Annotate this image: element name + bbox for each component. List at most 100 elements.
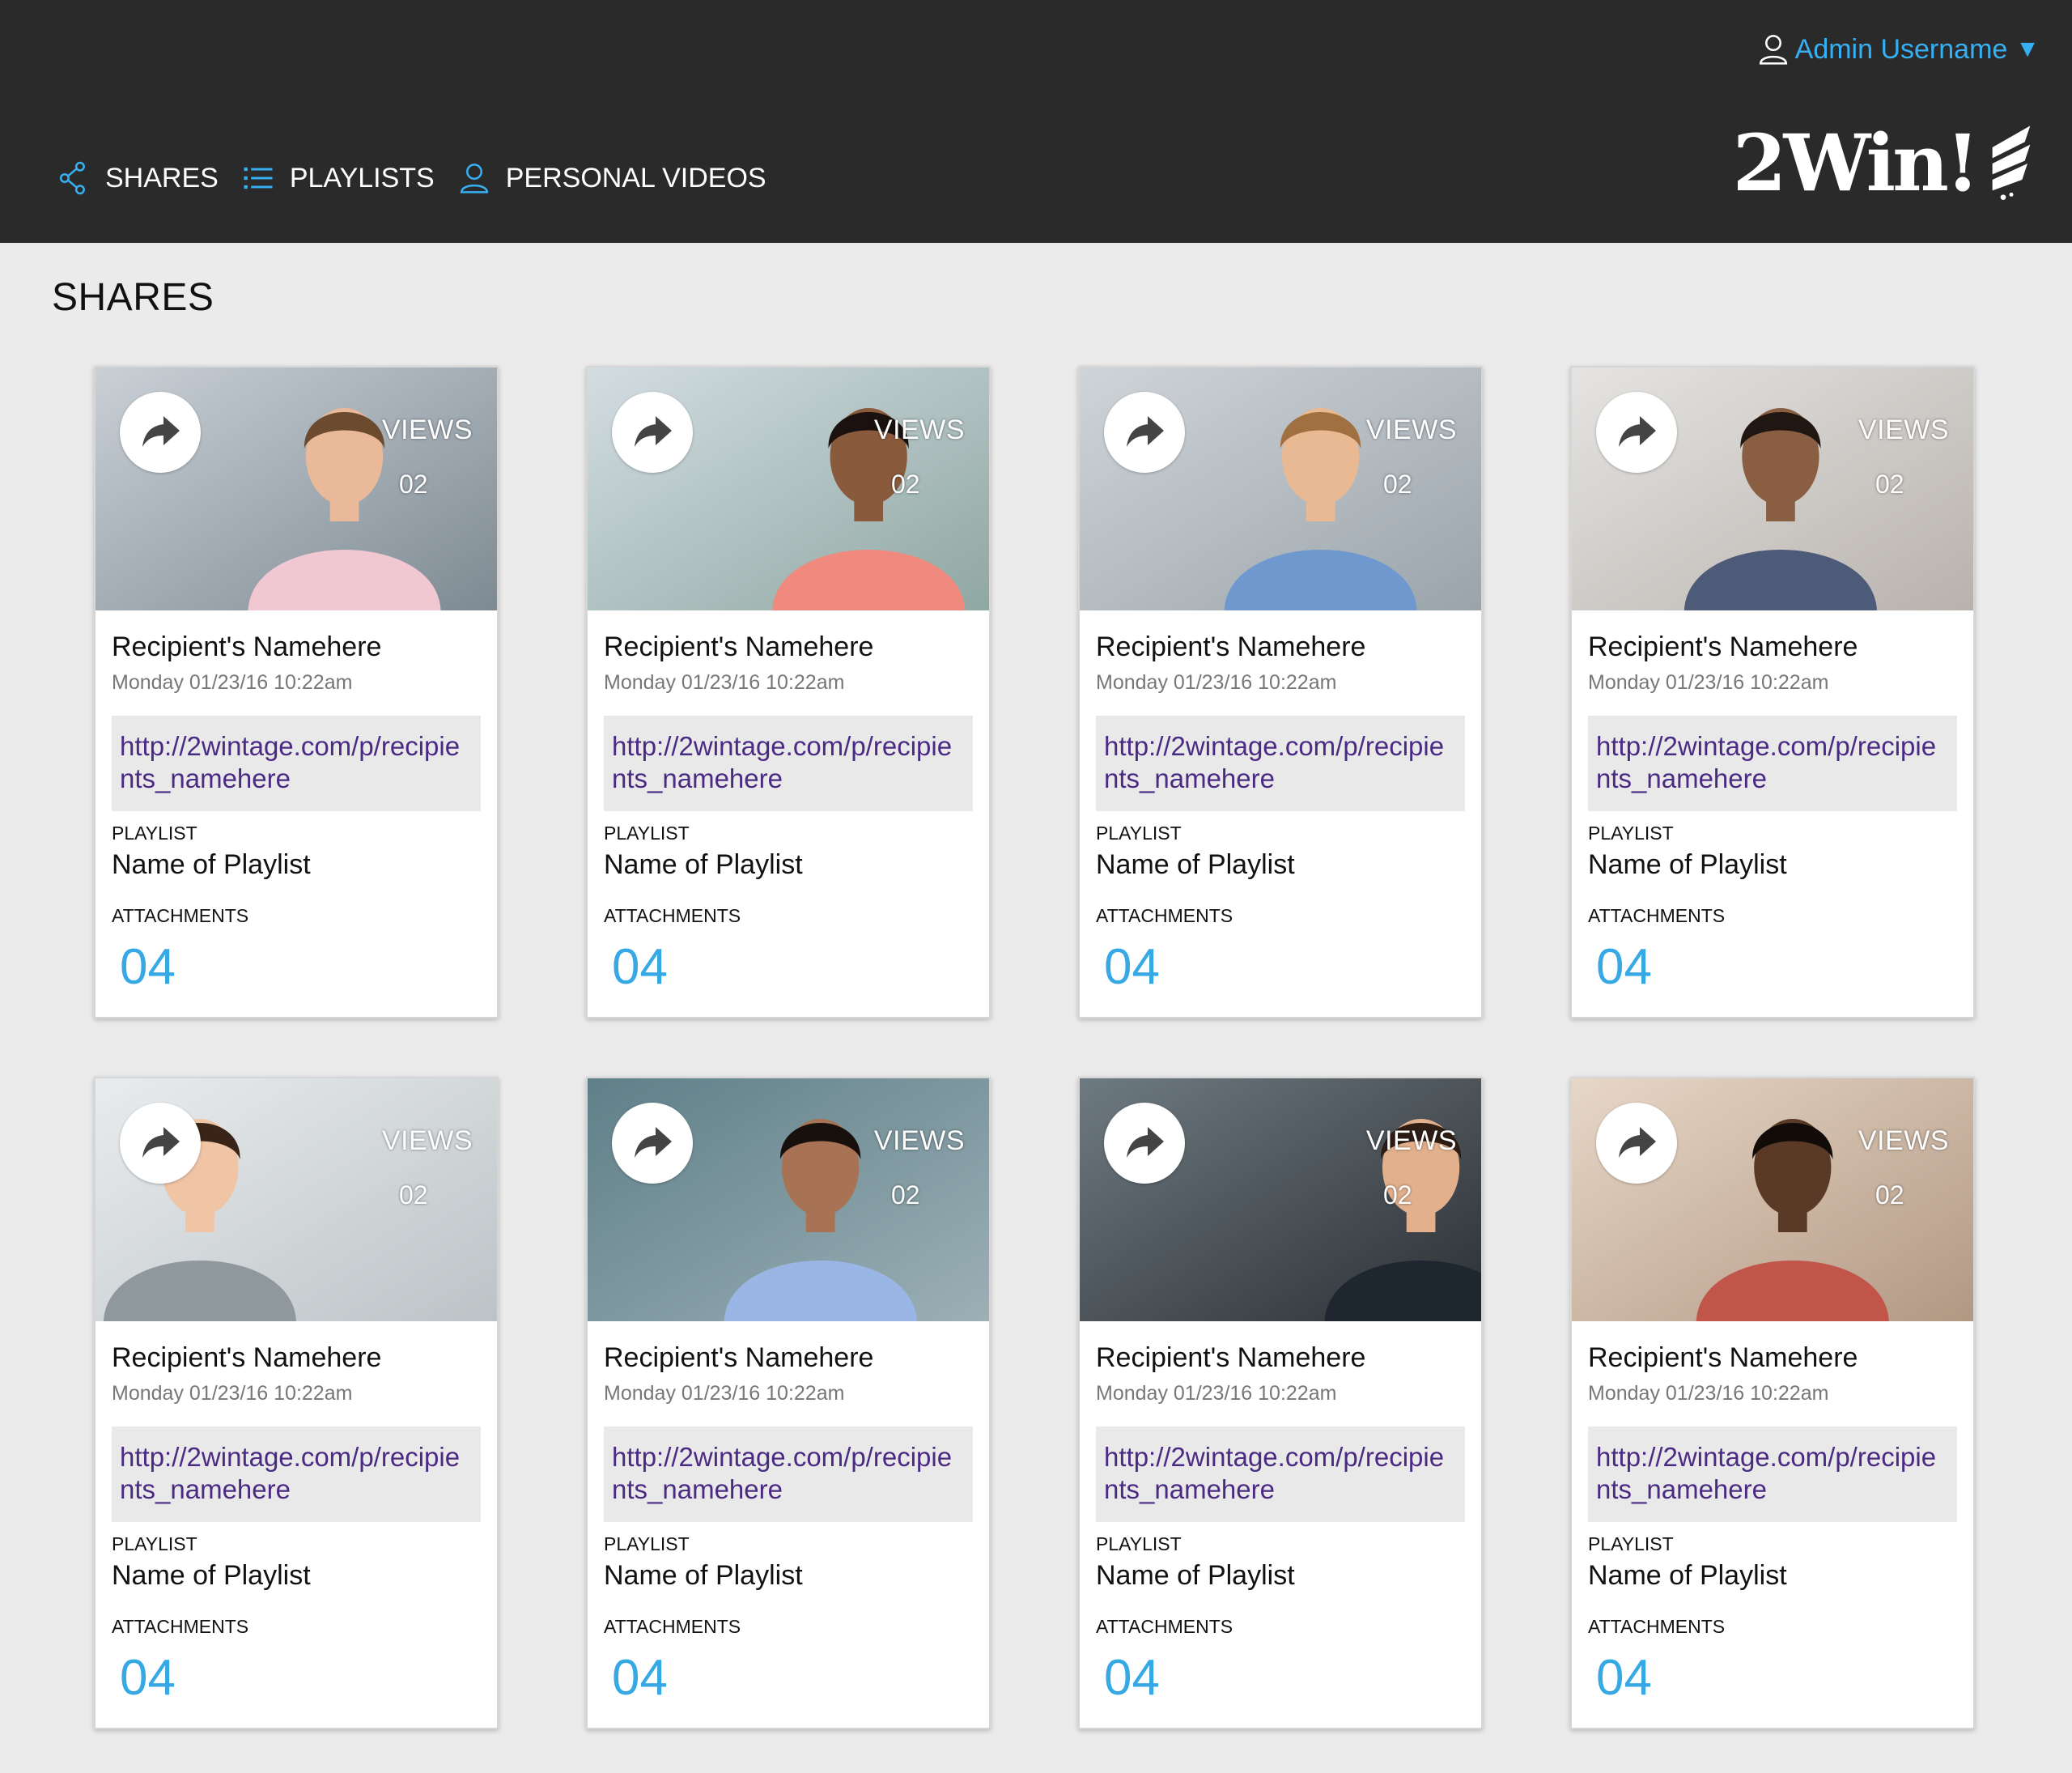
- attachments-count: 04: [1104, 1650, 1160, 1706]
- attachments-label: ATTACHMENTS: [1096, 905, 1233, 926]
- card-body: Recipient's Namehere Monday 01/23/16 10:…: [1572, 631, 1973, 996]
- playlist-label: PLAYLIST: [1588, 1533, 1674, 1554]
- share-button[interactable]: [120, 392, 201, 473]
- video-thumbnail[interactable]: VIEWS 02: [588, 1078, 989, 1321]
- share-link[interactable]: http://2wintage.com/p/recipients_nameher…: [604, 716, 973, 811]
- share-icon: [59, 161, 85, 195]
- share-link[interactable]: http://2wintage.com/p/recipients_nameher…: [1588, 1426, 1957, 1522]
- video-thumbnail[interactable]: VIEWS 02: [96, 1078, 497, 1321]
- forward-arrow-icon: [635, 1127, 672, 1158]
- top-bar: Admin Username ▼ SHARES PLAYLISTS PERSON…: [0, 0, 2072, 243]
- share-card[interactable]: VIEWS 02 Recipient's Namehere Monday 01/…: [1078, 366, 1483, 1018]
- forward-arrow-icon: [142, 1127, 180, 1158]
- share-card[interactable]: VIEWS 02 Recipient's Namehere Monday 01/…: [586, 366, 991, 1018]
- chevron-down-icon[interactable]: ▼: [2015, 36, 2040, 63]
- video-thumbnail[interactable]: VIEWS 02: [1080, 368, 1481, 610]
- recipient-name: Recipient's Namehere: [604, 1342, 874, 1373]
- share-date: Monday 01/23/16 10:22am: [1096, 671, 1337, 694]
- playlist-name: Name of Playlist: [112, 849, 311, 880]
- attachments-count: 04: [1596, 1650, 1652, 1706]
- nav-playlists[interactable]: PLAYLISTS: [243, 161, 435, 195]
- playlist-label: PLAYLIST: [112, 1533, 197, 1554]
- views-label: VIEWS: [1858, 415, 1949, 445]
- share-date: Monday 01/23/16 10:22am: [1588, 671, 1829, 694]
- card-body: Recipient's Namehere Monday 01/23/16 10:…: [1080, 1342, 1481, 1707]
- playlist-name: Name of Playlist: [1588, 849, 1787, 880]
- share-button[interactable]: [1104, 392, 1185, 473]
- share-button[interactable]: [120, 1103, 201, 1184]
- share-card[interactable]: VIEWS 02 Recipient's Namehere Monday 01/…: [94, 1077, 499, 1729]
- user-icon: [460, 164, 488, 193]
- playlist-label: PLAYLIST: [1096, 1533, 1182, 1554]
- share-card[interactable]: VIEWS 02 Recipient's Namehere Monday 01/…: [94, 366, 499, 1018]
- playlist-label: PLAYLIST: [112, 823, 197, 844]
- views-count: 02: [399, 470, 428, 499]
- forward-arrow-icon: [1127, 1127, 1164, 1158]
- share-date: Monday 01/23/16 10:22am: [604, 671, 845, 694]
- user-icon: [1759, 35, 1787, 65]
- username-label[interactable]: Admin Username: [1795, 34, 2008, 66]
- share-link[interactable]: http://2wintage.com/p/recipients_nameher…: [1096, 1426, 1465, 1522]
- recipient-name: Recipient's Namehere: [1096, 1342, 1366, 1373]
- share-card[interactable]: VIEWS 02 Recipient's Namehere Monday 01/…: [1570, 1077, 1975, 1729]
- attachments-label: ATTACHMENTS: [604, 1616, 741, 1637]
- user-menu[interactable]: Admin Username ▼: [1758, 29, 2040, 70]
- share-button[interactable]: [612, 1103, 693, 1184]
- views-count: 02: [1383, 470, 1412, 499]
- nav-shares[interactable]: SHARES: [58, 161, 219, 195]
- video-thumbnail[interactable]: VIEWS 02: [1572, 1078, 1973, 1321]
- share-button[interactable]: [612, 392, 693, 473]
- playlist-name: Name of Playlist: [1588, 1560, 1787, 1591]
- forward-arrow-icon: [1619, 1127, 1656, 1158]
- attachments-label: ATTACHMENTS: [1588, 905, 1726, 926]
- share-button[interactable]: [1596, 392, 1677, 473]
- views-count: 02: [1875, 1180, 1904, 1210]
- attachments-count: 04: [120, 939, 176, 995]
- attachments-label: ATTACHMENTS: [1588, 1616, 1726, 1637]
- share-link[interactable]: http://2wintage.com/p/recipients_nameher…: [1096, 716, 1465, 811]
- share-link[interactable]: http://2wintage.com/p/recipients_nameher…: [112, 1426, 481, 1522]
- recipient-name: Recipient's Namehere: [1588, 631, 1858, 662]
- views-count: 02: [1875, 470, 1904, 499]
- video-thumbnail[interactable]: VIEWS 02: [588, 368, 989, 610]
- card-body: Recipient's Namehere Monday 01/23/16 10:…: [1080, 631, 1481, 996]
- attachments-count: 04: [612, 1650, 668, 1706]
- share-link[interactable]: http://2wintage.com/p/recipients_nameher…: [112, 716, 481, 811]
- video-thumbnail[interactable]: VIEWS 02: [1572, 368, 1973, 610]
- views-label: VIEWS: [381, 1125, 473, 1156]
- nav-personal-videos-label[interactable]: PERSONAL VIDEOS: [506, 163, 766, 194]
- attachments-count: 04: [612, 939, 668, 995]
- forward-arrow-icon: [142, 416, 180, 447]
- attachments-label: ATTACHMENTS: [112, 905, 249, 926]
- share-button[interactable]: [1596, 1103, 1677, 1184]
- video-thumbnail[interactable]: VIEWS 02: [1080, 1078, 1481, 1321]
- card-body: Recipient's Namehere Monday 01/23/16 10:…: [588, 631, 989, 996]
- card-body: Recipient's Namehere Monday 01/23/16 10:…: [588, 1342, 989, 1707]
- share-card[interactable]: VIEWS 02 Recipient's Namehere Monday 01/…: [1570, 366, 1975, 1018]
- playlist-name: Name of Playlist: [604, 849, 803, 880]
- attachments-label: ATTACHMENTS: [112, 1616, 249, 1637]
- nav-shares-label[interactable]: SHARES: [105, 163, 219, 194]
- attachments-count: 04: [1104, 939, 1160, 995]
- playlist-name: Name of Playlist: [112, 1560, 311, 1591]
- share-link[interactable]: http://2wintage.com/p/recipients_nameher…: [1588, 716, 1957, 811]
- nav-personal-videos[interactable]: PERSONAL VIDEOS: [459, 161, 766, 195]
- playlist-label: PLAYLIST: [1096, 823, 1182, 844]
- share-card[interactable]: VIEWS 02 Recipient's Namehere Monday 01/…: [586, 1077, 991, 1729]
- card-body: Recipient's Namehere Monday 01/23/16 10:…: [96, 631, 497, 996]
- recipient-name: Recipient's Namehere: [1096, 631, 1366, 662]
- views-label: VIEWS: [1858, 1125, 1949, 1156]
- share-date: Monday 01/23/16 10:22am: [1588, 1382, 1829, 1405]
- attachments-count: 04: [120, 1650, 176, 1706]
- card-body: Recipient's Namehere Monday 01/23/16 10:…: [1572, 1342, 1973, 1707]
- forward-arrow-icon: [1619, 416, 1656, 447]
- share-link[interactable]: http://2wintage.com/p/recipients_nameher…: [604, 1426, 973, 1522]
- playlist-label: PLAYLIST: [604, 1533, 690, 1554]
- attachments-count: 04: [1596, 939, 1652, 995]
- video-thumbnail[interactable]: VIEWS 02: [96, 368, 497, 610]
- share-card[interactable]: VIEWS 02 Recipient's Namehere Monday 01/…: [1078, 1077, 1483, 1729]
- nav-playlists-label[interactable]: PLAYLISTS: [290, 163, 435, 194]
- views-label: VIEWS: [1365, 415, 1457, 445]
- recipient-name: Recipient's Namehere: [112, 631, 382, 662]
- share-button[interactable]: [1104, 1103, 1185, 1184]
